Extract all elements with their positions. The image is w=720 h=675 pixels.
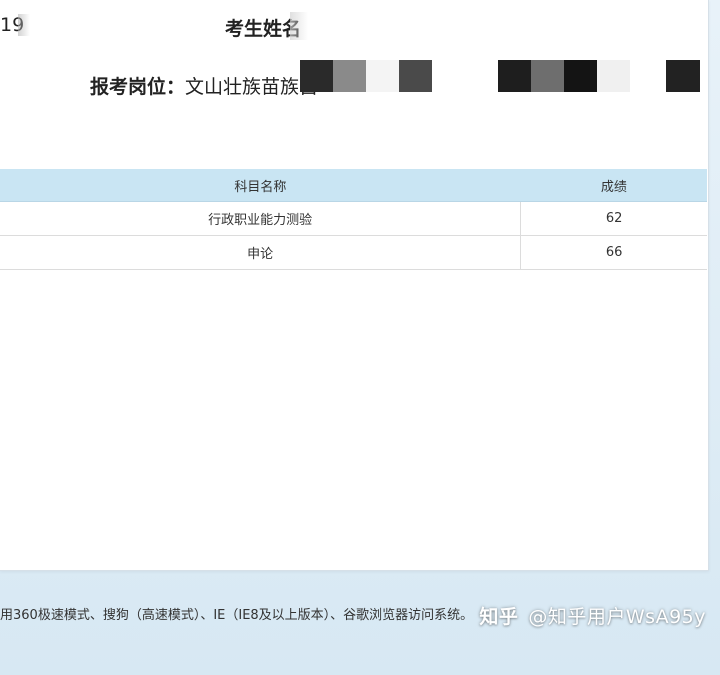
column-header-score: 成绩	[520, 169, 707, 202]
applied-position-value: 文山壮族苗族自	[185, 76, 319, 98]
mosaic-block	[399, 60, 432, 92]
mosaic-block	[531, 60, 564, 92]
mosaic-block	[630, 60, 666, 92]
mosaic-block	[432, 60, 498, 92]
score-cell: 66	[520, 235, 707, 270]
exam-id-redaction	[18, 14, 30, 36]
watermark: 知乎 @知乎用户WsA95y	[479, 602, 706, 629]
score-table: 科目名称 成绩 行政职业能力测验 62 申论 66	[0, 169, 707, 270]
table-header-row: 科目名称 成绩	[0, 169, 707, 202]
watermark-user: @知乎用户WsA95y	[528, 606, 706, 628]
mosaic-block	[300, 60, 333, 92]
browser-compatibility-note: 用360极速模式、搜狗（高速模式）、IE（IE8及以上版本）、谷歌浏览器访问系统…	[0, 608, 474, 623]
applied-position: 报考岗位：文山壮族苗族自	[90, 72, 318, 99]
column-header-subject: 科目名称	[0, 169, 521, 202]
table-row: 行政职业能力测验 62	[0, 201, 707, 236]
mosaic-block	[564, 60, 597, 92]
mosaic-block	[597, 60, 630, 92]
position-redaction-mosaic	[300, 60, 700, 92]
subject-cell: 行政职业能力测验	[0, 201, 522, 236]
table-row: 申论 66	[0, 235, 707, 270]
score-panel: 19 考生姓名 报考岗位：文山壮族苗族自 科目名称 成绩 行政职业能力测验 62	[0, 0, 709, 571]
mosaic-block	[666, 60, 700, 92]
score-cell: 62	[520, 201, 707, 236]
mosaic-block	[498, 60, 531, 92]
mosaic-block	[366, 60, 399, 92]
watermark-brand: 知乎	[479, 606, 519, 628]
mosaic-block	[333, 60, 366, 92]
applied-position-label: 报考岗位：	[90, 76, 186, 98]
subject-cell: 申论	[0, 235, 522, 270]
candidate-name-redaction	[290, 12, 308, 40]
